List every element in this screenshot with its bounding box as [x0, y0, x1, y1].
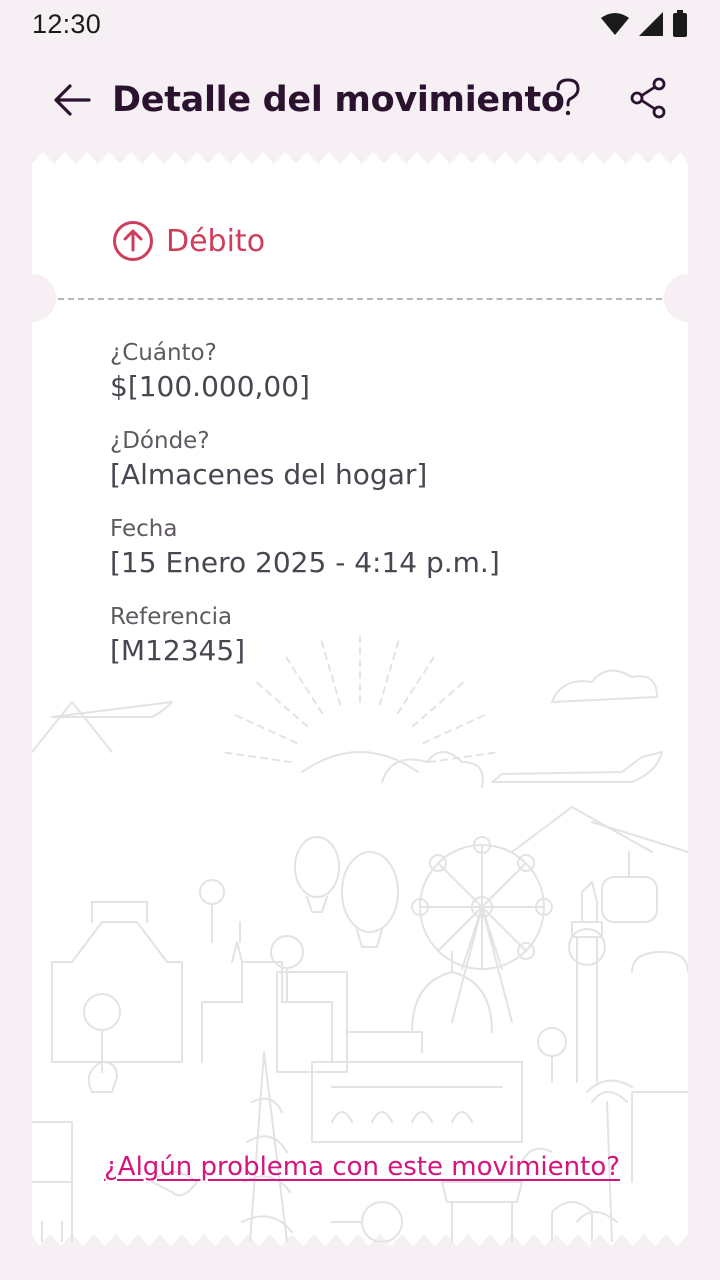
ticket-divider — [58, 298, 662, 300]
sun-ray — [220, 751, 292, 764]
amount-value: $[100.000,00] — [110, 370, 310, 403]
reference-value: [M12345] — [110, 634, 246, 667]
status-time: 12:30 — [32, 8, 102, 39]
sun-ray — [422, 712, 489, 744]
movement-details: ¿Cuánto? $[100.000,00] ¿Dónde? [Almacene… — [110, 338, 500, 690]
status-bar: 12:30 — [0, 0, 720, 48]
app-bar: Detalle del movimiento — [0, 56, 720, 148]
wifi-icon — [601, 13, 629, 35]
date-label: Fecha — [110, 516, 178, 542]
question-mark-icon — [556, 78, 580, 116]
share-button[interactable] — [624, 74, 672, 122]
place-value: [Almacenes del hogar] — [110, 458, 428, 491]
signal-icon — [639, 12, 663, 36]
movement-type: Débito — [112, 220, 265, 262]
date-value: [15 Enero 2025 - 4:14 p.m.] — [110, 546, 500, 579]
movement-ticket: Débito ¿Cuánto? $[100.000,00] ¿Dónde? [A… — [32, 152, 688, 1246]
sun-ray — [428, 751, 500, 764]
arrow-up-circle-icon — [113, 221, 153, 261]
back-button[interactable] — [48, 76, 96, 124]
report-problem-link[interactable]: ¿Algún problema con este movimiento? — [104, 1152, 620, 1182]
city-illustration — [32, 631, 688, 1242]
status-icons — [600, 10, 688, 38]
place-label: ¿Dónde? — [110, 428, 210, 454]
battery-icon — [673, 10, 687, 37]
page-title: Detalle del movimiento — [112, 80, 565, 120]
movement-type-label: Débito — [166, 223, 266, 259]
arrow-left-icon — [54, 84, 91, 116]
share-icon — [630, 77, 666, 119]
reference-label: Referencia — [110, 604, 233, 630]
sun-ray — [231, 712, 298, 744]
amount-label: ¿Cuánto? — [110, 340, 217, 366]
help-button[interactable] — [544, 74, 592, 122]
